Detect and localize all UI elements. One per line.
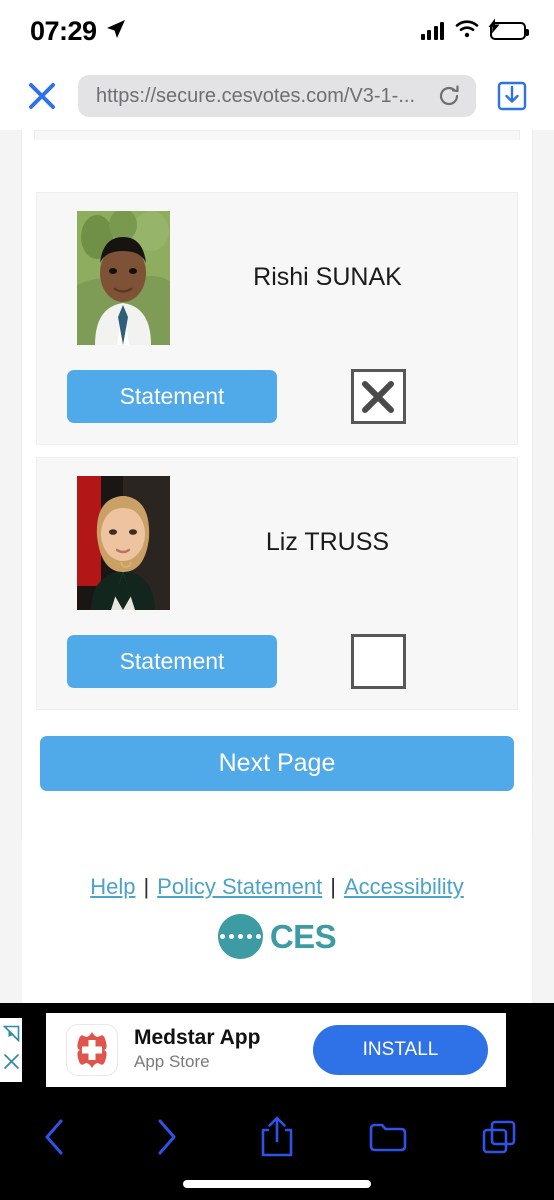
ad-content[interactable]: Medstar App App Store INSTALL bbox=[46, 1012, 506, 1087]
candidate-header: Liz TRUSS bbox=[53, 476, 501, 610]
tabs-icon bbox=[482, 1120, 515, 1154]
next-page-button[interactable]: Next Page bbox=[40, 736, 514, 791]
footer-link-policy-statement[interactable]: Policy Statement bbox=[157, 874, 322, 900]
ad-text-block: Medstar App App Store bbox=[134, 1026, 260, 1072]
check-x-icon bbox=[362, 380, 394, 413]
statement-button[interactable]: Statement bbox=[67, 370, 277, 423]
candidate-card: Liz TRUSS Statement bbox=[36, 457, 518, 710]
ces-logo: CES bbox=[22, 914, 532, 959]
cellular-signal-icon bbox=[420, 22, 444, 40]
vote-checkbox-empty[interactable] bbox=[350, 634, 406, 689]
wifi-icon bbox=[455, 19, 479, 43]
candidate-actions: Statement bbox=[53, 634, 501, 689]
folder-icon bbox=[369, 1123, 407, 1152]
status-bar-right bbox=[420, 18, 529, 43]
close-x-icon[interactable] bbox=[20, 74, 64, 118]
vote-box-wrapper bbox=[277, 634, 501, 689]
candidate-actions: Statement bbox=[53, 369, 501, 424]
share-icon bbox=[261, 1116, 293, 1157]
status-bar: 07:29 bbox=[0, 0, 554, 62]
ad-close-icon[interactable] bbox=[3, 1053, 20, 1075]
url-input[interactable]: https://secure.cesvotes.com/V3-1-... bbox=[78, 75, 476, 117]
ad-title: Medstar App bbox=[134, 1026, 261, 1050]
ces-circle-icon bbox=[217, 914, 263, 959]
vote-box-wrapper bbox=[277, 369, 501, 424]
back-button[interactable] bbox=[0, 1112, 111, 1162]
chevron-right-icon bbox=[158, 1119, 176, 1155]
advertisement-banner: Medstar App App Store INSTALL bbox=[0, 1003, 554, 1096]
page-footer: Help | Policy Statement | Accessibility … bbox=[22, 838, 532, 1003]
location-arrow-icon bbox=[106, 19, 126, 44]
status-time: 07:29 bbox=[30, 15, 97, 46]
ces-logo-text: CES bbox=[269, 917, 337, 955]
ad-install-button[interactable]: INSTALL bbox=[313, 1024, 488, 1075]
battery-charging-icon bbox=[488, 18, 529, 40]
footer-link-help[interactable]: Help bbox=[90, 874, 135, 900]
ad-controls bbox=[0, 1017, 22, 1082]
footer-separator: | bbox=[143, 874, 150, 899]
adchoices-triangle-icon[interactable] bbox=[2, 1025, 20, 1047]
download-icon[interactable] bbox=[490, 74, 534, 118]
medstar-cross-icon bbox=[66, 1023, 118, 1076]
tabs-button[interactable] bbox=[443, 1112, 554, 1162]
candidate-header: Rishi SUNAK bbox=[53, 211, 501, 345]
candidate-name: Liz TRUSS bbox=[265, 528, 390, 556]
home-indicator bbox=[183, 1180, 371, 1188]
chevron-left-icon bbox=[45, 1119, 63, 1155]
bookmarks-button[interactable] bbox=[332, 1112, 443, 1162]
candidate-name: Rishi SUNAK bbox=[253, 263, 402, 291]
candidate-card: Rishi SUNAK Statement bbox=[36, 192, 518, 445]
previous-candidate-card-cutoff bbox=[34, 130, 520, 140]
next-page-wrapper: Next Page bbox=[36, 710, 518, 791]
web-page-content: Rishi SUNAK Statement Liz TRUSS Statemen… bbox=[0, 130, 554, 1003]
url-text: https://secure.cesvotes.com/V3-1-... bbox=[96, 84, 416, 107]
forward-button[interactable] bbox=[111, 1112, 222, 1162]
reload-icon[interactable] bbox=[436, 83, 462, 109]
footer-link-accessibility[interactable]: Accessibility bbox=[344, 874, 464, 900]
share-button[interactable] bbox=[222, 1112, 333, 1162]
browser-toolbar bbox=[0, 1096, 554, 1200]
footer-links: Help | Policy Statement | Accessibility bbox=[22, 874, 532, 900]
status-bar-left: 07:29 bbox=[30, 16, 126, 47]
statement-button[interactable]: Statement bbox=[67, 635, 277, 688]
vote-checkbox-selected[interactable] bbox=[350, 369, 406, 424]
rishi-sunak-photo bbox=[77, 211, 170, 345]
ballot-container: Rishi SUNAK Statement Liz TRUSS Statemen… bbox=[22, 130, 532, 838]
browser-url-bar: https://secure.cesvotes.com/V3-1-... bbox=[0, 62, 554, 130]
liz-truss-photo bbox=[77, 476, 170, 610]
ad-subtitle: App Store bbox=[134, 1051, 210, 1071]
footer-separator: | bbox=[330, 874, 336, 899]
